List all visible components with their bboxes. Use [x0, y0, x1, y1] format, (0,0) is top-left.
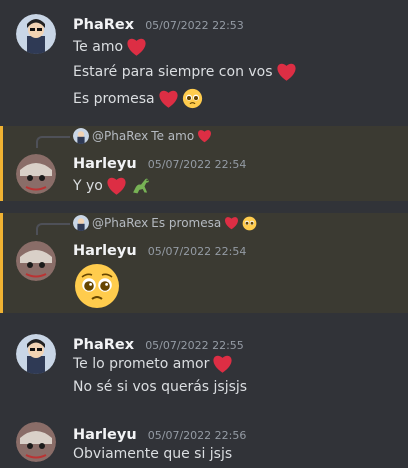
- reply-text: Te amo: [151, 129, 195, 143]
- message-group-highlighted: @PhaRex Es promesa Harleyu 05/07/2022 22…: [0, 213, 408, 313]
- timestamp: 05/07/2022 22:56: [147, 429, 247, 442]
- avatar-harleyu[interactable]: [16, 154, 56, 194]
- pleading-face-emoji-icon: [242, 216, 257, 230]
- reply-avatar: [73, 215, 89, 231]
- reply-text: Es promesa: [151, 216, 222, 230]
- message-line: Estaré para siempre con vos: [73, 62, 297, 82]
- message-line: Te amo: [73, 37, 147, 57]
- author-name[interactable]: PhaRex: [73, 17, 134, 33]
- heart-emoji-icon: [127, 38, 146, 56]
- pleading-face-jumbo-emoji-icon[interactable]: [73, 262, 121, 310]
- timestamp: 05/07/2022 22:54: [147, 158, 247, 171]
- message-text: No sé si vos querás jsjsjs: [73, 379, 248, 395]
- message-group-highlighted: @PhaRex Te amo Harleyu 05/07/2022 22:54 …: [0, 126, 408, 201]
- heart-emoji-icon: [107, 177, 126, 195]
- timestamp: 05/07/2022 22:54: [147, 245, 247, 258]
- heart-emoji-icon: [213, 355, 232, 373]
- avatar-pharex[interactable]: [16, 334, 56, 374]
- timestamp: 05/07/2022 22:53: [145, 19, 244, 32]
- heart-emoji-icon: [225, 217, 239, 230]
- message-text: Estaré para siempre con vos: [73, 64, 273, 80]
- message-group: Harleyu 05/07/2022 22:56 Obviamente que …: [0, 412, 408, 468]
- reply-preview[interactable]: @PhaRex Te amo: [73, 128, 212, 144]
- heart-emoji-icon: [198, 130, 212, 143]
- message-line: Es promesa: [73, 88, 203, 109]
- message-text: Obviamente que si jsjs: [73, 446, 233, 462]
- message-text: Es promesa: [73, 90, 155, 107]
- heart-emoji-icon: [159, 90, 178, 108]
- message-text: Te amo: [73, 39, 124, 55]
- message-line: Obviamente que si jsjs: [73, 446, 232, 462]
- author-name[interactable]: Harleyu: [73, 427, 137, 443]
- message-text: Y yo: [73, 177, 103, 194]
- heart-emoji-icon: [276, 63, 296, 81]
- message-group: PhaRex 05/07/2022 22:53 Te amo Estaré pa…: [0, 0, 408, 118]
- reply-spine: [36, 136, 70, 148]
- message-line: Te lo prometo amor: [73, 354, 233, 374]
- avatar-harleyu[interactable]: [16, 241, 56, 281]
- message-line: Y yo: [73, 175, 152, 196]
- reply-spine: [36, 223, 70, 235]
- dinosaur-emoji-icon: [132, 178, 149, 194]
- pleading-face-emoji-icon: [182, 88, 202, 109]
- reply-avatar: [73, 128, 89, 144]
- reply-mention[interactable]: @PhaRex: [92, 216, 148, 230]
- timestamp: 05/07/2022 22:55: [145, 339, 244, 352]
- message-line: No sé si vos querás jsjsjs: [73, 379, 247, 395]
- author-name[interactable]: PhaRex: [73, 337, 134, 353]
- reply-preview[interactable]: @PhaRex Es promesa: [73, 215, 257, 231]
- author-name[interactable]: Harleyu: [73, 156, 137, 172]
- reply-mention[interactable]: @PhaRex: [92, 129, 148, 143]
- author-name[interactable]: Harleyu: [73, 243, 137, 259]
- avatar-pharex[interactable]: [16, 14, 56, 54]
- message-text: Te lo prometo amor: [73, 356, 210, 372]
- message-group: PhaRex 05/07/2022 22:55 Te lo prometo am…: [0, 322, 408, 402]
- avatar-harleyu[interactable]: [16, 422, 56, 462]
